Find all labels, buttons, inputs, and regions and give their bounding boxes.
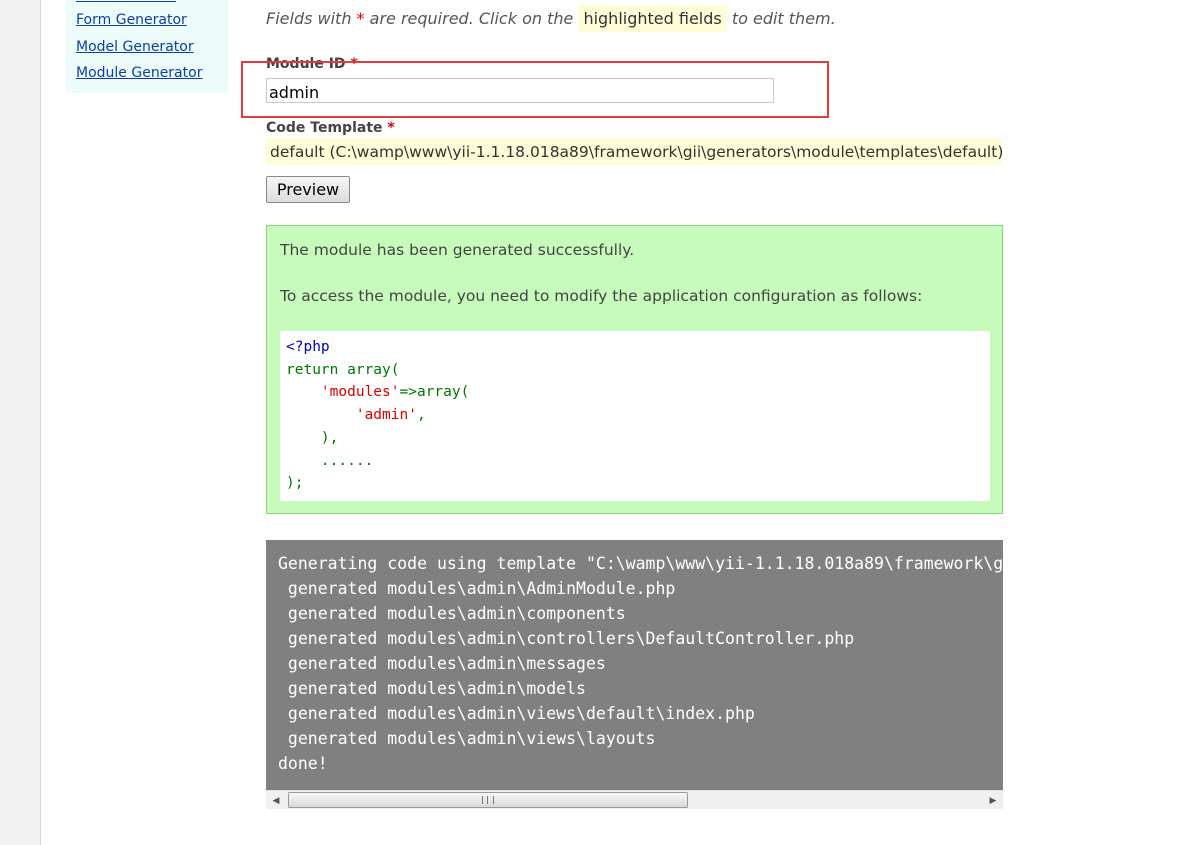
note-highlight: highlighted fields <box>578 5 727 32</box>
log-line: generated modules\admin\models <box>278 679 586 698</box>
scroll-left-arrow-icon[interactable]: ◀ <box>268 794 284 808</box>
code-template-field[interactable]: default (C:\wamp\www\yii-1.1.18.018a89\f… <box>266 138 1002 165</box>
note-middle: are required. Click on the <box>364 9 579 28</box>
code-template-label-text: Code Template <box>266 120 383 136</box>
code-admin-comma: , <box>416 407 426 424</box>
module-id-label: Module ID * <box>266 56 358 72</box>
config-instruction: To access the module, you need to modify… <box>280 287 923 305</box>
code-modules-array: =>array( <box>399 384 470 401</box>
module-id-input[interactable] <box>266 78 774 103</box>
success-message-box: The module has been generated successful… <box>266 225 1003 514</box>
code-line-php-open: <?php <box>286 339 330 355</box>
sidebar-link-model-generator[interactable]: Model Generator <box>76 39 194 55</box>
code-line-return: return array( <box>286 361 400 378</box>
sidebar-link-partial[interactable] <box>76 0 176 2</box>
code-template-label: Code Template * <box>266 120 395 136</box>
scrollbar-thumb[interactable] <box>288 792 688 808</box>
sidebar-link-form-generator[interactable]: Form Generator <box>76 12 187 28</box>
required-fields-note: Fields with * are required. Click on the… <box>266 5 836 32</box>
success-message: The module has been generated successful… <box>280 241 635 259</box>
log-line: done! <box>278 754 328 773</box>
module-id-required-star: * <box>350 56 358 72</box>
code-modules-key: 'modules' <box>320 384 400 401</box>
log-line: generated modules\admin\components <box>278 604 626 623</box>
log-line: generated modules\admin\messages <box>278 654 606 673</box>
scrollbar-grip-icon <box>482 796 494 804</box>
log-line: generated modules\admin\views\layouts <box>278 729 656 748</box>
sidebar-link-module-generator[interactable]: Module Generator <box>76 65 202 81</box>
required-star: * <box>356 9 365 28</box>
horizontal-scrollbar[interactable]: ◀ ▶ <box>266 790 1003 809</box>
log-line: generated modules\admin\controllers\Defa… <box>278 629 855 648</box>
code-line-close-inner: ), <box>320 429 339 446</box>
code-template-required-star: * <box>387 120 395 136</box>
note-prefix: Fields with <box>266 9 357 28</box>
left-rail <box>0 0 41 845</box>
preview-button[interactable]: Preview <box>266 176 350 203</box>
scroll-right-arrow-icon[interactable]: ▶ <box>985 794 1001 808</box>
log-line: generated modules\admin\views\default\in… <box>278 704 755 723</box>
log-line: Generating code using template "C:\wamp\… <box>278 554 1003 573</box>
generation-log-console: Generating code using template "C:\wamp\… <box>266 540 1003 790</box>
config-code-snippet: <?php return array( 'modules'=>array( 'a… <box>280 331 990 501</box>
log-line: generated modules\admin\AdminModule.php <box>278 579 676 598</box>
note-suffix: to edit them. <box>726 9 836 28</box>
code-line-ellipsis: ...... <box>320 452 374 469</box>
code-line-close: ); <box>286 475 304 492</box>
generator-sidebar: Form Generator Model Generator Module Ge… <box>66 0 228 93</box>
code-admin-string: 'admin' <box>355 407 417 424</box>
module-id-label-text: Module ID <box>266 56 346 72</box>
